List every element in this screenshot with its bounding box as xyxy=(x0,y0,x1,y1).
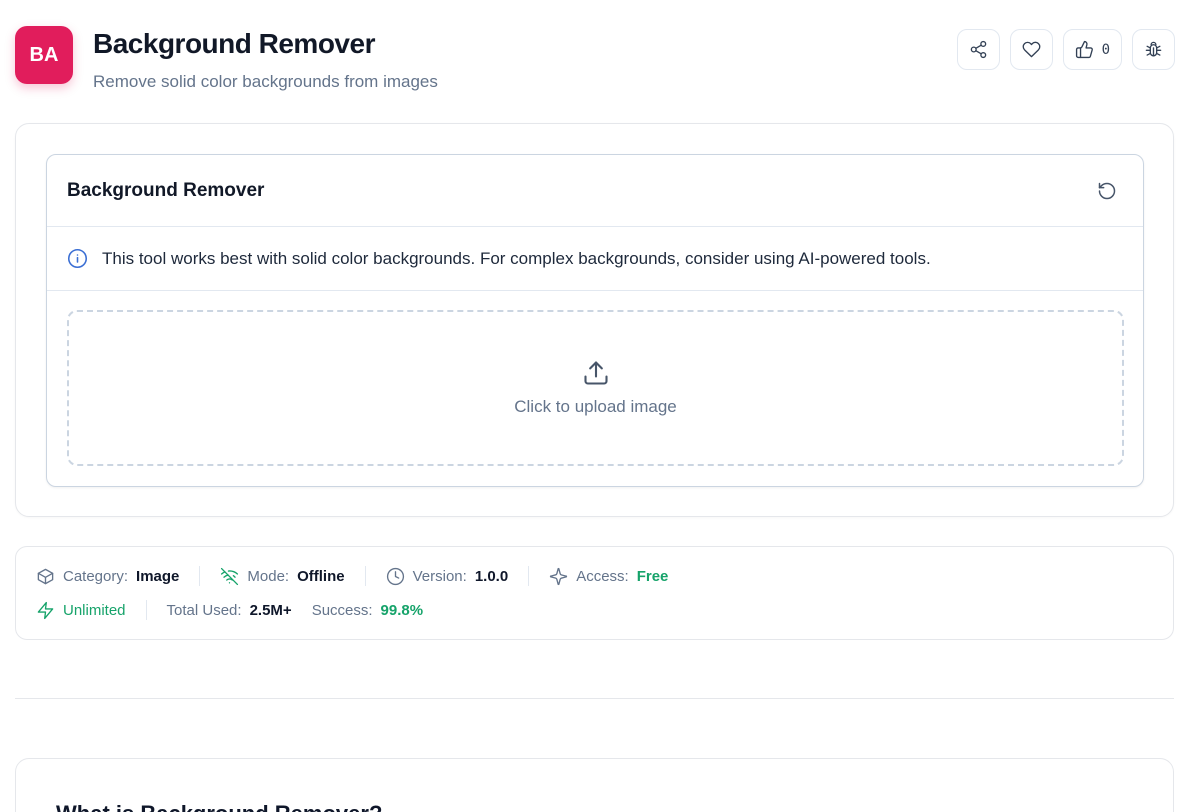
version-key: Version: xyxy=(412,567,467,585)
page-subtitle: Remove solid color backgrounds from imag… xyxy=(93,72,438,91)
zap-icon xyxy=(37,601,54,619)
mode-value: Offline xyxy=(297,567,345,585)
category-key: Category: xyxy=(63,567,129,585)
page-title: Background Remover xyxy=(93,28,375,59)
tool-meta-card: Category: Image Mode: Offline Version: 1… xyxy=(15,546,1174,640)
success-value: 99.8% xyxy=(380,601,424,619)
reset-button[interactable] xyxy=(1091,175,1123,207)
access-key: Access: xyxy=(576,567,629,585)
clock-icon xyxy=(386,567,404,585)
like-count: 0 xyxy=(1101,41,1110,58)
success-key: Success: xyxy=(311,601,373,619)
meta-access: Access: Free xyxy=(549,567,668,586)
info-icon xyxy=(67,248,88,269)
like-button[interactable]: 0 xyxy=(1062,29,1122,70)
share-icon xyxy=(970,40,986,59)
notice-text: This tool works best with solid color ba… xyxy=(102,248,931,268)
meta-total-used: Total Used: 2.5M+ xyxy=(167,602,292,619)
total-used-key: Total Used: xyxy=(166,601,242,619)
upload-dropzone[interactable]: Click to upload image xyxy=(67,310,1124,466)
report-bug-button[interactable] xyxy=(1132,29,1175,70)
tool-avatar: BA xyxy=(15,26,73,84)
tool-title: Background Remover xyxy=(67,179,265,201)
mode-key: Mode: xyxy=(247,567,290,585)
meta-unlimited: Unlimited xyxy=(36,601,126,620)
tool-card: Background Remover This tool works best … xyxy=(46,154,1144,487)
meta-category: Category: Image xyxy=(36,567,179,586)
tool-header: BA Background Remover Remove solid color… xyxy=(15,26,1175,96)
sparkles-icon xyxy=(550,567,568,585)
meta-row: Unlimited Total Used: 2.5M+ Success: 99.… xyxy=(36,600,423,620)
info-notice: This tool works best with solid color ba… xyxy=(47,227,1143,291)
upload-label: Click to upload image xyxy=(514,397,677,416)
meta-divider xyxy=(199,566,201,586)
category-value: Image xyxy=(136,567,180,585)
access-value: Free xyxy=(636,567,669,585)
meta-divider xyxy=(528,566,530,586)
tool-card-header: Background Remover xyxy=(47,155,1143,227)
meta-row: Category: Image Mode: Offline Version: 1… xyxy=(36,566,668,586)
thumbs-up-icon xyxy=(1075,40,1093,59)
version-value: 1.0.0 xyxy=(474,567,509,585)
meta-version: Version: 1.0.0 xyxy=(386,567,509,586)
tool-container: Background Remover This tool works best … xyxy=(15,123,1174,517)
total-used-value: 2.5M+ xyxy=(249,601,292,619)
section-divider xyxy=(15,698,1174,699)
bug-icon xyxy=(1145,41,1162,57)
header-actions: 0 xyxy=(956,29,1175,70)
meta-divider xyxy=(145,600,147,620)
share-button[interactable] xyxy=(956,29,1000,70)
about-section: What is Background Remover? xyxy=(15,758,1174,812)
box-icon xyxy=(37,568,54,584)
about-title: What is Background Remover? xyxy=(56,801,382,812)
reset-icon xyxy=(1098,182,1116,199)
unlimited-label: Unlimited xyxy=(63,601,126,619)
meta-divider xyxy=(364,566,366,586)
favorite-button[interactable] xyxy=(1009,29,1053,70)
heart-icon xyxy=(1022,41,1040,58)
wifi-off-icon xyxy=(221,567,239,585)
meta-success: Success: 99.8% xyxy=(312,602,423,619)
meta-mode: Mode: Offline xyxy=(220,567,345,586)
upload-icon xyxy=(583,361,608,385)
